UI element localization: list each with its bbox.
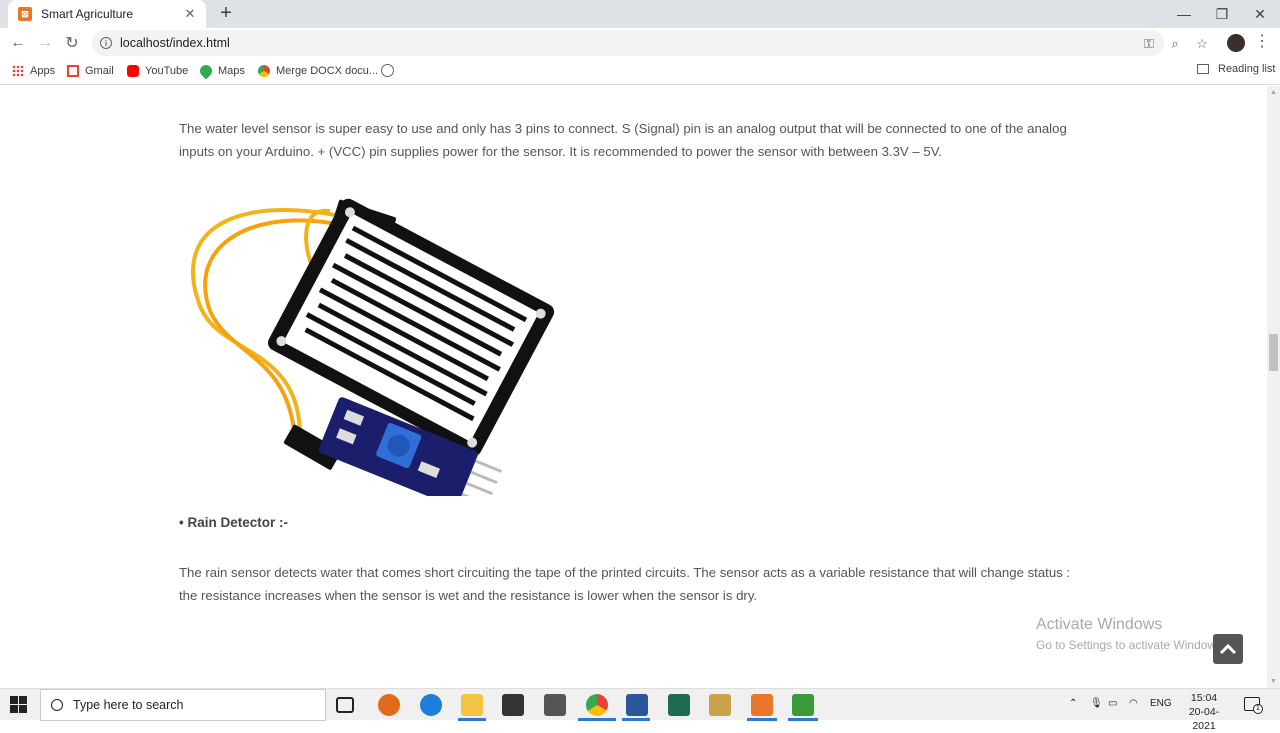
reload-icon[interactable]: ↻: [62, 33, 82, 53]
profile-avatar[interactable]: [1227, 34, 1245, 52]
page-viewport: The water level sensor is super easy to …: [0, 86, 1267, 688]
site-info-icon[interactable]: i: [100, 37, 112, 49]
merge-docx-icon: [258, 65, 270, 77]
microphone-icon[interactable]: 🎙: [1090, 698, 1103, 709]
url-text[interactable]: localhost/index.html: [120, 36, 230, 50]
reading-list-button[interactable]: Reading list: [1197, 63, 1275, 75]
zoom-icon[interactable]: ⌕: [1166, 35, 1184, 53]
taskbar-clock[interactable]: 15:04 20-04-2021: [1178, 691, 1230, 733]
globe-icon[interactable]: [381, 64, 394, 77]
word-icon[interactable]: [626, 694, 648, 716]
watermark-title: Activate Windows: [1036, 616, 1163, 633]
xampp-icon[interactable]: [751, 694, 773, 716]
back-arrow-icon[interactable]: ←: [8, 33, 28, 53]
youtube-icon: [127, 65, 139, 77]
search-placeholder: Type here to search: [73, 698, 184, 712]
xampp-favicon-icon: ⊠: [18, 7, 32, 21]
scroll-up-arrow-icon[interactable]: ▲: [1267, 86, 1280, 99]
minimize-window-button[interactable]: —: [1165, 0, 1203, 28]
language-indicator[interactable]: ENG: [1150, 698, 1172, 709]
search-icon: [51, 699, 63, 711]
bookmark-maps[interactable]: Maps: [197, 62, 245, 80]
browser-menu-icon[interactable]: ⋮: [1254, 33, 1270, 53]
bookmark-star-icon[interactable]: ☆: [1193, 35, 1211, 53]
bookmark-gmail[interactable]: Gmail: [67, 63, 114, 79]
new-tab-button[interactable]: +: [216, 3, 236, 24]
chrome-icon[interactable]: [586, 694, 608, 716]
windows-taskbar: Type here to search ⌃ 🎙 ▭ ◠ ENG 15:04 20…: [0, 688, 1280, 732]
browser-tab[interactable]: ⊠ Smart Agriculture ✕: [8, 0, 206, 28]
bookmark-apps[interactable]: Apps: [12, 63, 55, 79]
restore-window-button[interactable]: ❐: [1203, 0, 1241, 28]
battery-icon[interactable]: ▭: [1108, 698, 1117, 709]
reading-list-icon: [1197, 64, 1209, 74]
edge-icon[interactable]: [420, 694, 442, 716]
file-explorer-icon[interactable]: [461, 694, 483, 716]
bookmarks-bar: Apps Gmail YouTube Maps Merge DOCX docu.…: [0, 58, 1280, 85]
close-window-button[interactable]: ✕: [1241, 0, 1279, 28]
page-scrollbar[interactable]: ▲ ▼: [1267, 86, 1280, 688]
brave-browser-icon[interactable]: [378, 694, 400, 716]
address-bar[interactable]: i localhost/index.html ⚿ ⌕ ☆: [92, 30, 1208, 56]
maps-pin-icon: [197, 62, 215, 80]
rain-sensor-image: [191, 198, 555, 496]
tab-strip: ⊠ Smart Agriculture ✕ + — ❐ ✕: [0, 0, 1280, 28]
gmail-icon: [67, 65, 79, 77]
clock-time: 15:04: [1190, 692, 1218, 704]
show-hidden-icons-icon[interactable]: ⌃: [1069, 698, 1077, 709]
clock-date: 20-04-2021: [1188, 706, 1220, 732]
close-tab-icon[interactable]: ✕: [182, 6, 198, 22]
mail-icon[interactable]: [544, 694, 566, 716]
windows-start-icon[interactable]: [10, 696, 28, 714]
task-view-icon[interactable]: [336, 697, 354, 713]
forward-arrow-icon[interactable]: →: [35, 33, 55, 53]
scroll-to-top-button[interactable]: [1213, 634, 1243, 664]
water-sensor-paragraph: The water level sensor is super easy to …: [179, 121, 1067, 159]
bookmark-youtube[interactable]: YouTube: [127, 63, 188, 79]
notepad-icon[interactable]: [792, 694, 814, 716]
activate-windows-watermark: Activate Windows Go to Settings to activ…: [1036, 616, 1225, 652]
rain-detector-heading: • Rain Detector :-: [179, 515, 288, 530]
apps-grid-icon: [12, 65, 24, 77]
tab-title: Smart Agriculture: [41, 7, 134, 21]
folder-app-icon[interactable]: [709, 694, 731, 716]
store-icon[interactable]: [502, 694, 524, 716]
wifi-icon[interactable]: ◠: [1129, 698, 1138, 709]
scroll-down-arrow-icon[interactable]: ▼: [1267, 675, 1280, 688]
key-icon[interactable]: ⚿: [1140, 35, 1158, 53]
bookmark-merge-docx[interactable]: Merge DOCX docu...: [258, 63, 378, 79]
watermark-subtitle: Go to Settings to activate Windows.: [1036, 638, 1226, 652]
scrollbar-thumb[interactable]: [1269, 334, 1278, 371]
rain-sensor-paragraph: The rain sensor detects water that comes…: [179, 565, 1071, 603]
chevron-up-icon: [1219, 643, 1237, 655]
browser-toolbar: ← → ↻ i localhost/index.html ⚿ ⌕ ☆: [0, 28, 1280, 58]
notification-count-badge: 1: [1253, 704, 1263, 714]
app-icon[interactable]: [668, 694, 690, 716]
taskbar-search-box[interactable]: Type here to search: [40, 689, 326, 721]
